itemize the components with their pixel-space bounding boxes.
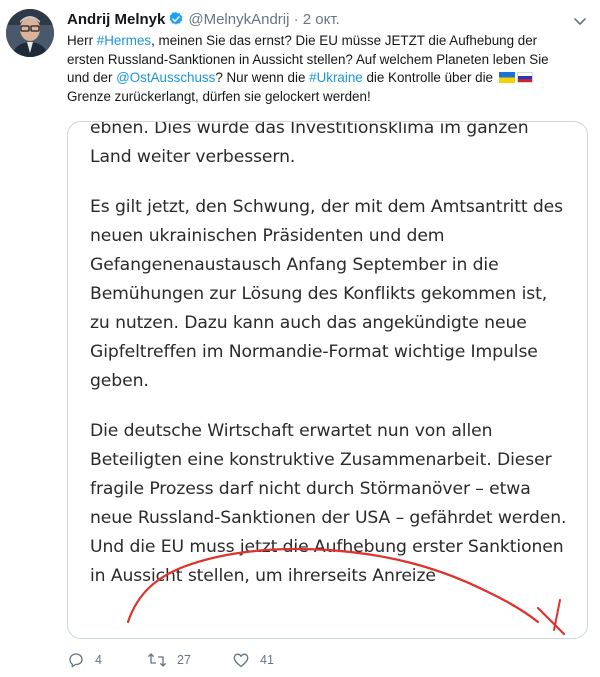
mention-ostausschuss[interactable]: @OstAusschuss bbox=[116, 70, 215, 85]
like-button[interactable]: 41 bbox=[232, 650, 274, 670]
tweet-text-part: ? Nur wenn die bbox=[215, 70, 310, 85]
tweet-date[interactable]: 2 окт. bbox=[303, 11, 340, 28]
author-name[interactable]: Andrij Melnyk bbox=[67, 11, 165, 28]
avatar-image bbox=[6, 9, 54, 57]
reply-icon bbox=[69, 653, 83, 668]
tweet-text-part: die Kontrolle über die bbox=[362, 70, 497, 85]
reply-count: 4 bbox=[95, 653, 102, 667]
author-handle[interactable]: @MelnykAndrij bbox=[188, 11, 289, 28]
retweet-icon bbox=[148, 653, 166, 667]
tweet-text-part: Grenze zurückerlangt, dürfen sie gelocke… bbox=[67, 88, 371, 104]
hashtag-hermes[interactable]: #Hermes bbox=[97, 33, 151, 48]
media-line: Land weiter verbessern. bbox=[90, 147, 296, 167]
separator-dot: · bbox=[293, 11, 299, 28]
media-paragraph: Die deutsche Wirtschaft erwartet nun von… bbox=[90, 421, 567, 586]
tweet-media-image[interactable]: ebnen. Dies würde das Investitionsklima … bbox=[67, 121, 588, 639]
chevron-down-icon[interactable] bbox=[572, 13, 588, 29]
avatar[interactable] bbox=[6, 9, 54, 57]
media-line: ebnen. Dies würde das Investitionsklima … bbox=[90, 121, 529, 138]
verified-badge-icon bbox=[168, 11, 184, 33]
ukraine-flag-icon bbox=[498, 72, 515, 83]
media-paragraph: Es gilt jetzt, den Schwung, der mit dem … bbox=[90, 197, 563, 391]
hashtag-ukraine[interactable]: #Ukraine bbox=[309, 70, 363, 85]
tweet-text: Herr #Hermes, meinen Sie das ernst? Die … bbox=[67, 32, 567, 106]
tweet-text-part: Herr bbox=[67, 33, 97, 48]
russia-flag-icon bbox=[516, 72, 533, 83]
retweet-button[interactable]: 27 bbox=[147, 650, 191, 670]
retweet-count: 27 bbox=[177, 653, 191, 667]
heart-icon bbox=[233, 653, 249, 668]
tweet-header: Andrij Melnyk @MelnykAndrij · 2 окт. bbox=[67, 10, 560, 30]
like-count: 41 bbox=[260, 653, 274, 667]
media-document-text: ebnen. Dies würde das Investitionsklima … bbox=[90, 121, 570, 612]
reply-button[interactable]: 4 bbox=[67, 650, 102, 670]
